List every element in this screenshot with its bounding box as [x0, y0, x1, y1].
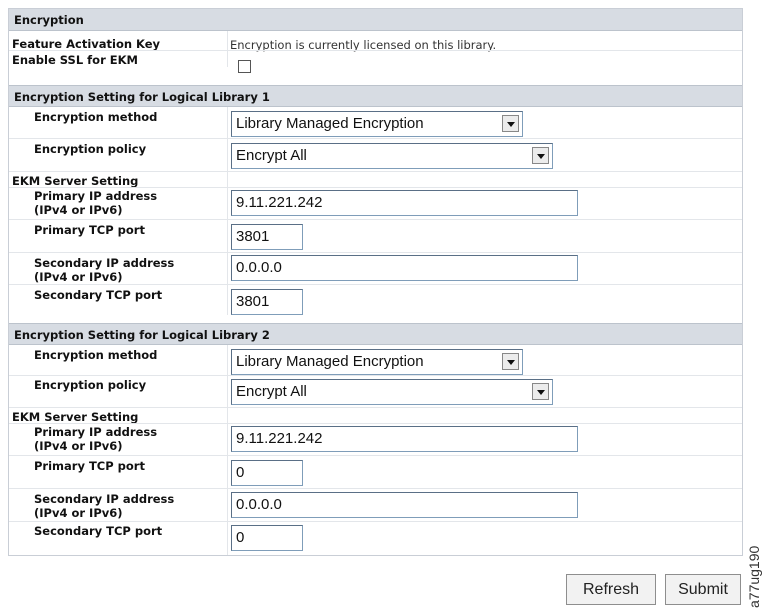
- ll1-secondary-port-label: Secondary TCP port: [34, 288, 163, 302]
- ll1-primary-port-label: Primary TCP port: [34, 223, 145, 237]
- chevron-down-icon: [502, 353, 519, 370]
- ll1-secondary-ip-label-line1: Secondary IP address: [34, 256, 175, 270]
- ll1-secondary-ip-input[interactable]: 0.0.0.0: [231, 255, 578, 281]
- ll2-secondary-port-label: Secondary TCP port: [34, 524, 163, 538]
- chevron-down-icon: [532, 147, 549, 164]
- ll2-primary-port-input[interactable]: 0: [231, 460, 303, 486]
- ll1-encryption-method-select[interactable]: Library Managed Encryption: [231, 111, 523, 137]
- ll1-encryption-method-value: Library Managed Encryption: [236, 115, 424, 132]
- row-divider: [9, 455, 742, 456]
- row-divider: [9, 138, 742, 139]
- ll2-primary-ip-label-line1: Primary IP address: [34, 425, 158, 439]
- refresh-button[interactable]: Refresh: [566, 574, 656, 605]
- chevron-down-icon: [502, 115, 519, 132]
- ll2-encryption-method-select[interactable]: Library Managed Encryption: [231, 349, 523, 375]
- figure-code: a77ug190: [746, 545, 762, 608]
- logical-library-2-header: Encryption Setting for Logical Library 2: [9, 323, 742, 345]
- ll2-encryption-method-value: Library Managed Encryption: [236, 353, 424, 370]
- chevron-down-icon: [532, 383, 549, 400]
- submit-button[interactable]: Submit: [665, 574, 741, 605]
- ll1-secondary-port-input[interactable]: 3801: [231, 289, 303, 315]
- ll1-primary-ip-input[interactable]: 9.11.221.242: [231, 190, 578, 216]
- encryption-header: Encryption: [9, 9, 742, 31]
- row-divider: [9, 187, 742, 188]
- row-divider: [9, 375, 742, 376]
- ll2-secondary-ip-label-line1: Secondary IP address: [34, 492, 175, 506]
- ll2-encryption-method-label: Encryption method: [34, 348, 158, 362]
- ll2-secondary-ip-label: Secondary IP address (IPv4 or IPv6): [34, 492, 174, 520]
- column-divider: [227, 345, 228, 555]
- enable-ssl-checkbox[interactable]: [238, 60, 251, 73]
- ll1-primary-ip-label-line2: (IPv4 or IPv6): [34, 203, 123, 217]
- ll2-secondary-ip-label-line2: (IPv4 or IPv6): [34, 506, 123, 520]
- encryption-settings-panel: Encryption Feature Activation Key Encryp…: [8, 8, 743, 556]
- ll2-encryption-policy-select[interactable]: Encrypt All: [231, 379, 553, 405]
- row-divider: [9, 252, 742, 253]
- ll1-encryption-policy-value: Encrypt All: [236, 147, 307, 164]
- ll1-encryption-method-label: Encryption method: [34, 110, 158, 124]
- row-divider: [9, 521, 742, 522]
- ll2-encryption-policy-label: Encryption policy: [34, 378, 147, 392]
- ll2-secondary-port-input[interactable]: 0: [231, 525, 303, 551]
- ll1-primary-ip-label-line1: Primary IP address: [34, 189, 158, 203]
- ll1-primary-port-input[interactable]: 3801: [231, 224, 303, 250]
- ll2-primary-ip-input[interactable]: 9.11.221.242: [231, 426, 578, 452]
- ll1-secondary-ip-label-line2: (IPv4 or IPv6): [34, 270, 123, 284]
- ll2-primary-ip-label: Primary IP address (IPv4 or IPv6): [34, 425, 157, 453]
- feature-activation-label: Feature Activation Key: [12, 37, 161, 51]
- logical-library-1-header: Encryption Setting for Logical Library 1: [9, 85, 742, 107]
- ll1-encryption-policy-select[interactable]: Encrypt All: [231, 143, 553, 169]
- row-divider: [9, 284, 742, 285]
- row-divider: [9, 171, 742, 172]
- ll1-ekm-server-setting-label: EKM Server Setting: [12, 174, 139, 188]
- ll2-primary-ip-label-line2: (IPv4 or IPv6): [34, 439, 123, 453]
- ll2-primary-port-label: Primary TCP port: [34, 459, 145, 473]
- row-divider: [9, 219, 742, 220]
- enable-ssl-label: Enable SSL for EKM: [12, 53, 138, 67]
- row-divider: [9, 488, 742, 489]
- ll2-ekm-server-setting-label: EKM Server Setting: [12, 410, 139, 424]
- ll1-primary-ip-label: Primary IP address (IPv4 or IPv6): [34, 189, 157, 217]
- row-divider: [9, 50, 742, 51]
- row-divider: [9, 407, 742, 408]
- ll2-secondary-ip-input[interactable]: 0.0.0.0: [231, 492, 578, 518]
- ll1-encryption-policy-label: Encryption policy: [34, 142, 147, 156]
- column-divider: [227, 31, 228, 67]
- row-divider: [9, 423, 742, 424]
- ll2-encryption-policy-value: Encrypt All: [236, 383, 307, 400]
- ll1-secondary-ip-label: Secondary IP address (IPv4 or IPv6): [34, 256, 174, 284]
